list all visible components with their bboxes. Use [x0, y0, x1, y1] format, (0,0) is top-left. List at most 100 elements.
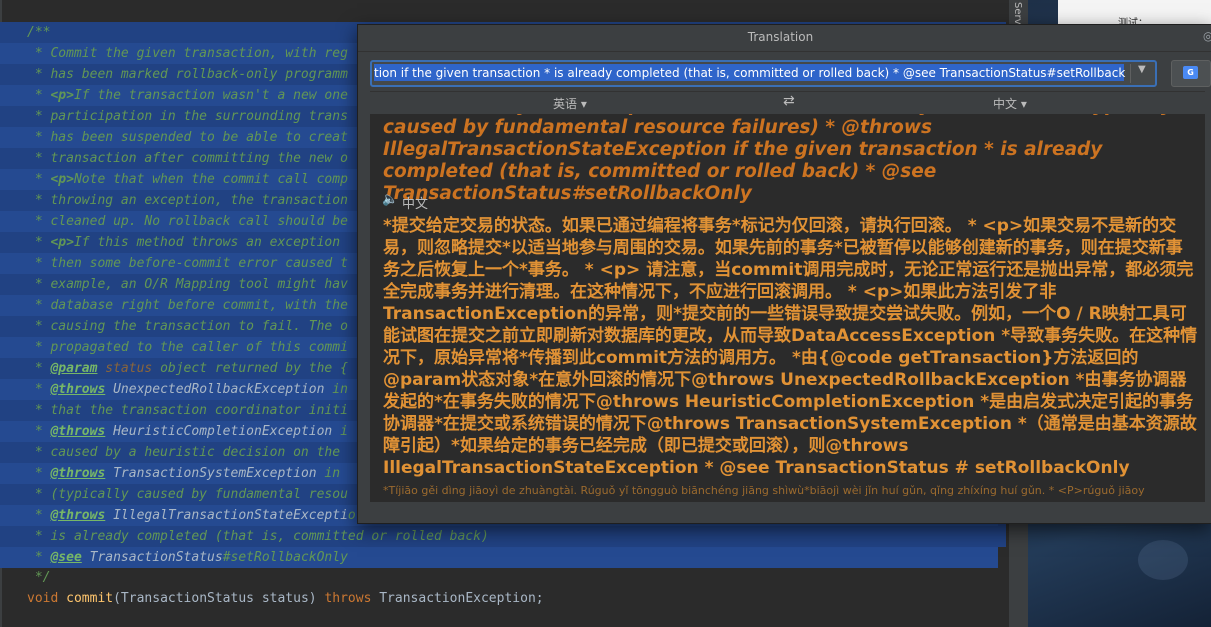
code-line: * causing the transaction to fail. The o: [27, 316, 348, 337]
comment-kw: <p>: [50, 235, 74, 250]
method-signature: void commit(TransactionStatus status) th…: [27, 588, 544, 609]
comment-cls: TransactionSystemException: [113, 466, 317, 481]
language-bar: 英语 ▾ ⇄ 中文 ▾: [370, 91, 1205, 115]
comment-text: * that the transaction coordinator initi: [27, 403, 348, 418]
comment-text: * Commit the given transaction, with reg: [27, 46, 348, 61]
comment-text: [105, 424, 113, 439]
window-title: Translation: [747, 30, 814, 44]
translation-window: Translation ◎ ▼ G 英语 ▾ ⇄ 中文 ▾ Transactio…: [357, 24, 1211, 524]
source-language-select[interactable]: 英语 ▾: [553, 95, 587, 112]
comment-text: * has been suspended to be able to creat: [27, 130, 348, 145]
code-line: * participation in the surrounding trans: [27, 106, 348, 127]
comment-cls: IllegalTransactionStateExcepti: [113, 508, 348, 523]
comment-cls: HeuristicCompletionException: [113, 424, 333, 439]
comment-text: o: [347, 508, 356, 523]
code-line: * caused by a heuristic decision on the: [27, 442, 348, 463]
translate-button[interactable]: G: [1171, 60, 1211, 87]
code-line: * @throws TransactionSystemException in: [27, 463, 348, 484]
comment-text: * (typically caused by fundamental resou: [27, 487, 348, 502]
comment-text: *: [27, 508, 51, 523]
comment-kw: <p>: [50, 88, 74, 103]
comment-tag: @throws: [50, 466, 106, 481]
code-line: * that the transaction coordinator initi: [27, 400, 348, 421]
comment-tag: @throws: [50, 382, 106, 397]
window-titlebar[interactable]: Translation ◎: [358, 25, 1211, 52]
code-line: * then some before-commit error caused t: [27, 253, 348, 274]
pin-icon[interactable]: ◎: [1203, 29, 1211, 43]
code-line: * Commit the given transaction, with reg: [27, 43, 348, 64]
history-dropdown-icon[interactable]: ▼: [1138, 64, 1146, 75]
code-line: * @throws HeuristicCompletionException i: [27, 421, 348, 442]
translated-text: *提交给定交易的状态。如果已通过编程将事务*标记为仅回滚，请执行回滚。 * <p…: [383, 216, 1198, 478]
comment-text: * then some before-commit error caused t: [27, 256, 348, 271]
comment-tag: @throws: [50, 508, 106, 523]
google-translate-icon: G: [1183, 66, 1198, 79]
comment-cls: TransactionStatus: [89, 550, 223, 565]
comment-text: If the transaction wasn't a new one: [73, 88, 348, 103]
code-line: * database right before commit, with the: [27, 295, 348, 316]
comment-text: in: [324, 382, 348, 397]
code-line: * @throws IllegalTransactionStateExcepti…: [27, 505, 356, 526]
comment-text: * database right before commit, with the: [27, 298, 348, 313]
code-line: * cleaned up. No rollback call should be: [27, 211, 348, 232]
comment-text: *: [27, 172, 51, 187]
comment-text: *: [27, 466, 51, 481]
code-line: /**: [27, 22, 50, 43]
code-line: * (typically caused by fundamental resou: [27, 484, 348, 505]
result-language-label: 中文: [402, 197, 429, 212]
comment-text: /**: [27, 25, 51, 40]
code-line: * <p>Note that when the commit call comp: [27, 169, 348, 190]
comment-text: If this method throws an exception: [73, 235, 348, 250]
comment-text: [105, 508, 113, 523]
comment-text: *: [27, 550, 51, 565]
pinyin-text: *Tíjiāo gěi dìng jiāoyì de zhuàngtài. Rú…: [383, 484, 1145, 497]
comment-text: in: [316, 466, 348, 481]
swap-languages-icon[interactable]: ⇄: [783, 93, 795, 109]
comment-text: i: [332, 424, 348, 439]
throws-clause: TransactionException;: [371, 591, 544, 606]
throws-keyword: throws: [324, 591, 372, 606]
translation-content[interactable]: TransactionSystemException in case of co…: [370, 114, 1205, 502]
comment-text: * has been marked rollback-only programm: [27, 67, 348, 82]
comment-text: *: [27, 88, 51, 103]
code-line: * propagated to the caller of this commi: [27, 337, 348, 358]
comment-text: * participation in the surrounding trans: [27, 109, 348, 124]
source-text-input[interactable]: [374, 63, 1126, 82]
code-line: * transaction after committing the new o: [27, 148, 348, 169]
comment-text: * propagated to the caller of this commi: [27, 340, 348, 355]
comment-cls: UnexpectedRollbackException: [113, 382, 325, 397]
comment-text: #setRollbackOnly: [222, 550, 348, 565]
comment-text: Note that when the commit call comp: [73, 172, 348, 187]
comment-ref: status: [105, 361, 153, 376]
code-line: * @throws UnexpectedRollbackException in: [27, 379, 348, 400]
comment-tag: @see: [50, 550, 82, 565]
comment-text: *: [27, 235, 51, 250]
code-line: * example, an O/R Mapping tool might hav: [27, 274, 348, 295]
code-line: * @param status object returned by the {: [27, 358, 348, 379]
target-language-select[interactable]: 中文 ▾: [993, 95, 1027, 112]
void-keyword: void: [27, 591, 59, 606]
comment-kw: <p>: [50, 172, 74, 187]
comment-text: * throwing an exception, the transaction: [27, 193, 348, 208]
comment-text: *: [27, 382, 51, 397]
source-text-field[interactable]: ▼: [370, 60, 1157, 87]
code-line: * <p>If this method throws an exception: [27, 232, 348, 253]
comment-text: object returned by the {: [152, 361, 348, 376]
comment-text: * cleaned up. No rollback call should be: [27, 214, 348, 229]
code-line: * <p>If the transaction wasn't a new one: [27, 85, 348, 106]
comment-text: [105, 382, 113, 397]
original-text: TransactionSystemException in case of co…: [383, 114, 1173, 204]
comment-text: * caused by a heuristic decision on the: [27, 445, 348, 460]
comment-tag: @param: [50, 361, 98, 376]
comment-end: */: [27, 570, 51, 585]
code-line: * is already completed (that is, committ…: [27, 526, 489, 547]
comment-text: * is already completed (that is, committ…: [27, 529, 489, 544]
comment-text: [82, 550, 90, 565]
speaker-icon[interactable]: 🔈: [382, 192, 398, 207]
dropdown-separator: [1130, 64, 1131, 83]
comment-text: * transaction after committing the new o: [27, 151, 348, 166]
services-tab[interactable]: Serv: [1012, 2, 1023, 25]
comment-tag: @throws: [50, 424, 106, 439]
comment-text: * example, an O/R Mapping tool might hav: [27, 277, 348, 292]
code-line: * has been suspended to be able to creat: [27, 127, 348, 148]
